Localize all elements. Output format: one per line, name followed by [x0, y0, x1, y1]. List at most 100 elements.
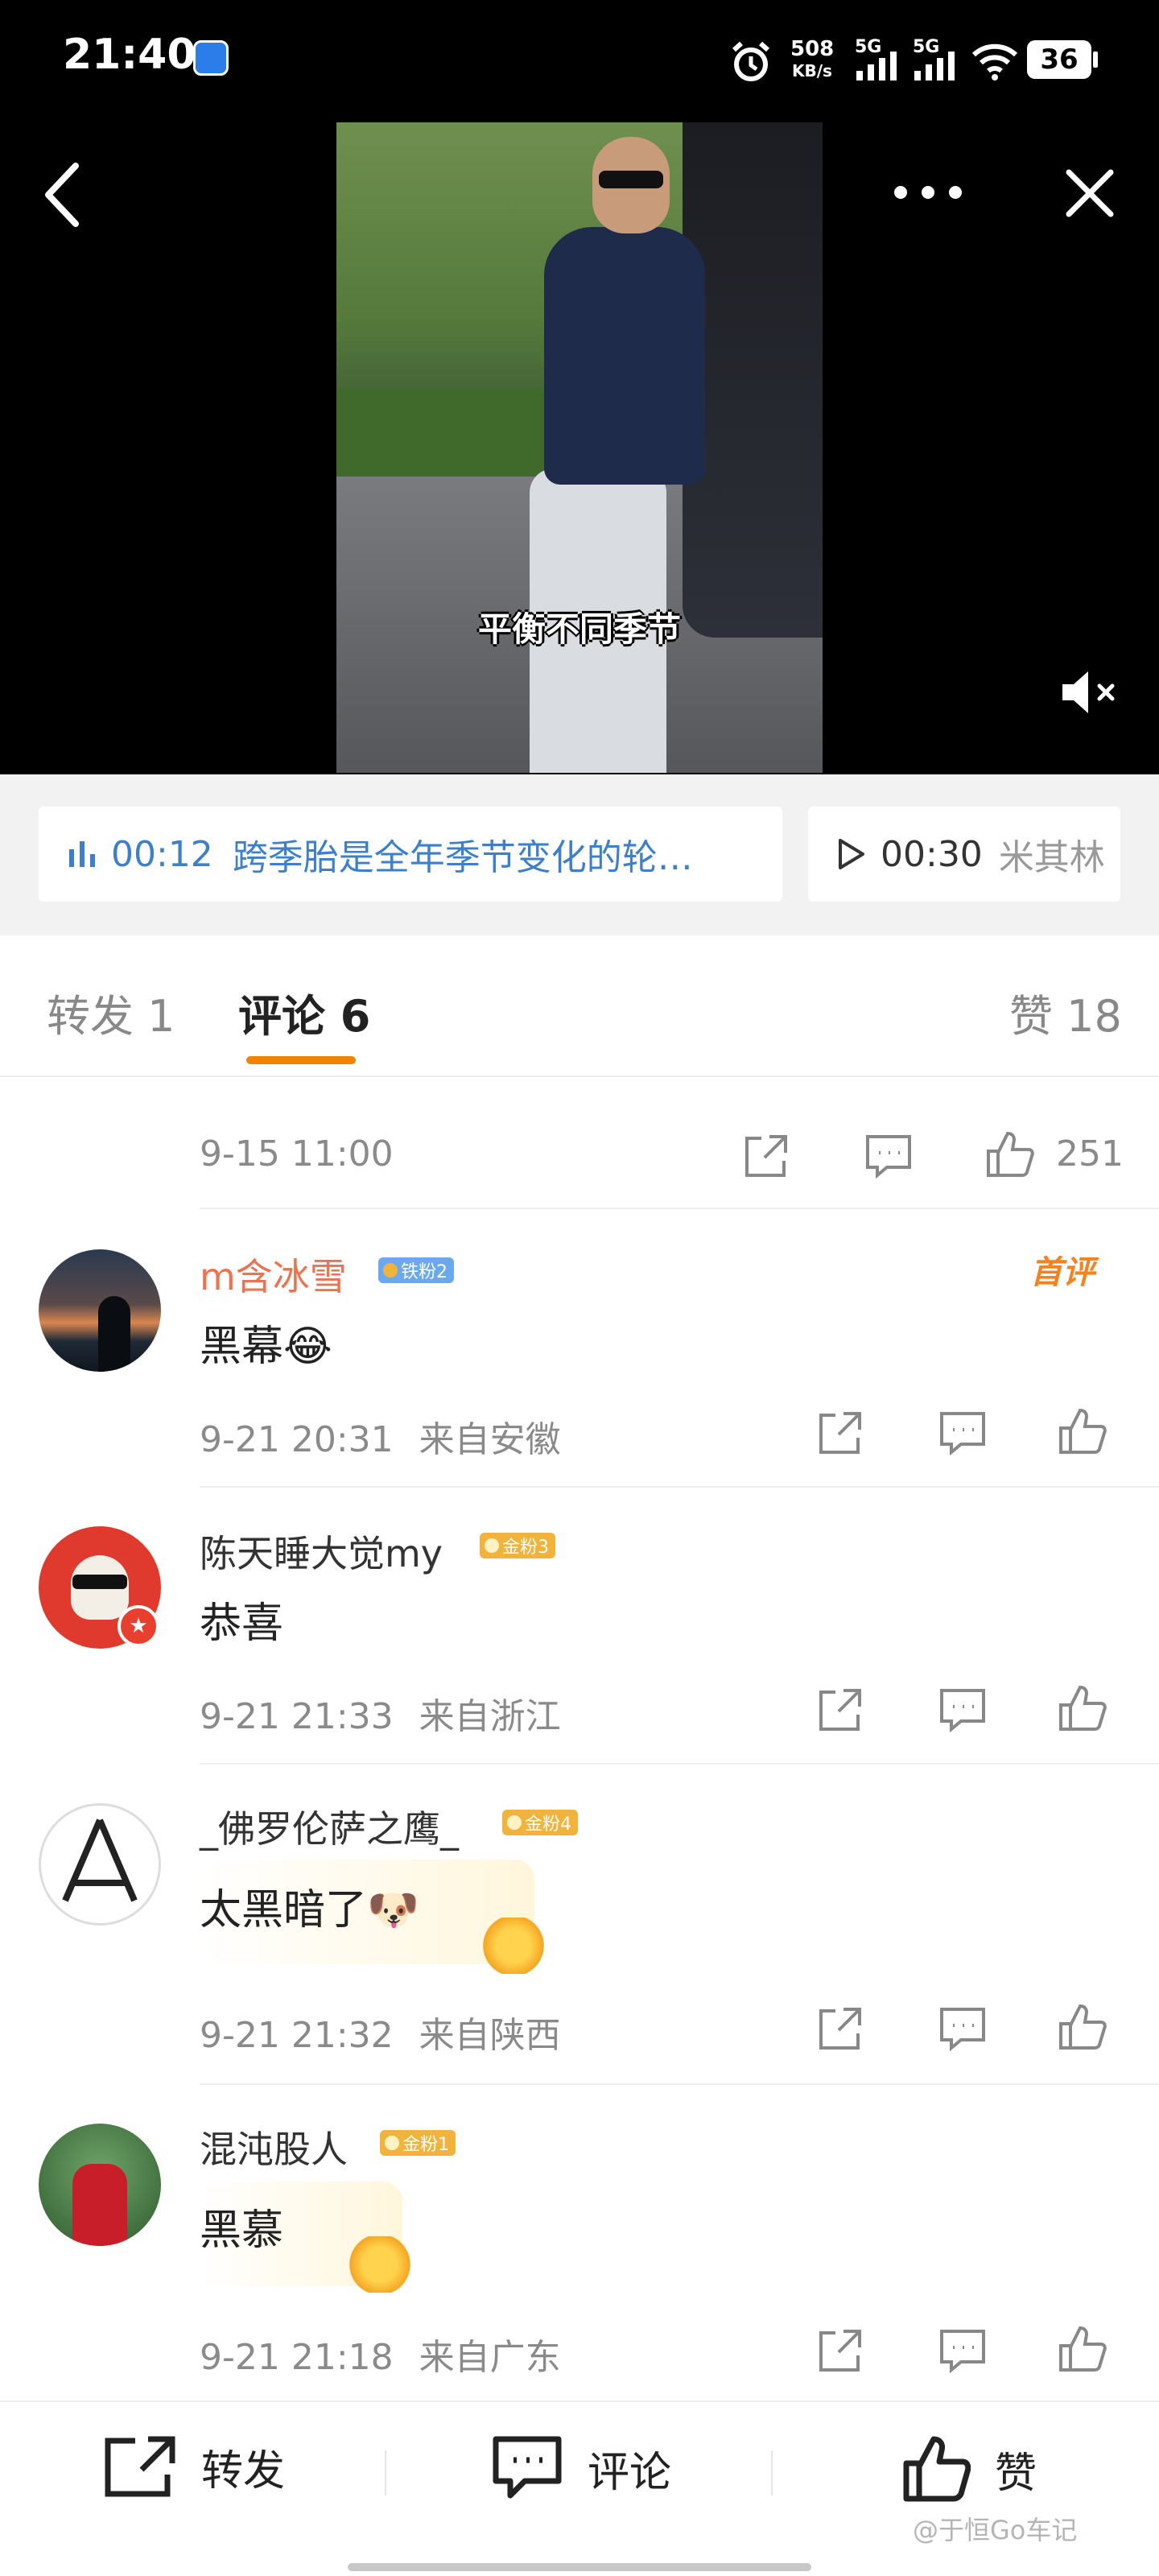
like-icon[interactable]: [1056, 1682, 1107, 1734]
fan-badge: 金粉1: [380, 2130, 456, 2156]
tab-active-indicator: [246, 1056, 356, 1064]
comment-text: 黑慕: [200, 2207, 284, 2255]
badge-icon: [385, 2136, 399, 2150]
post-like-count: 251: [1056, 1133, 1124, 1174]
badge-icon: [383, 1263, 398, 1278]
battery-level: 36: [1040, 43, 1079, 76]
net-speed-unit: KB/s: [792, 61, 832, 80]
like-icon[interactable]: [984, 1129, 1035, 1180]
share-icon[interactable]: [815, 2325, 866, 2376]
comment-time: 9-21 21:32: [200, 2015, 394, 2056]
comment-time: 9-21 20:31: [200, 1419, 394, 1460]
share-icon: [105, 2436, 175, 2497]
fan-badge: 金粉3: [480, 1533, 555, 1558]
tab-like[interactable]: 赞 18: [1009, 980, 1122, 1044]
comment-username[interactable]: 混沌股人: [200, 2120, 348, 2174]
divider: [200, 1763, 1159, 1765]
crown-medal-icon: [348, 2236, 412, 2293]
comment-icon[interactable]: [937, 1407, 988, 1459]
comment-time: 9-21 21:18: [200, 2337, 394, 2378]
like-label: 赞: [995, 2449, 1037, 2498]
comment-text: 太黑暗了🐶: [200, 1886, 419, 1934]
person-torso: [544, 227, 705, 485]
tab-comment[interactable]: 评论 6: [238, 980, 370, 1044]
sunglasses: [599, 171, 663, 188]
divider: [200, 1208, 1159, 1209]
comment-icon[interactable]: [937, 1684, 988, 1736]
badge-label: 金粉3: [502, 1538, 549, 1558]
crown-medal-icon: [481, 1918, 546, 1974]
close-icon[interactable]: [1064, 167, 1116, 219]
status-time: 21:40: [63, 31, 196, 79]
watermark: @于恒Go车记: [913, 2515, 1078, 2545]
like-button[interactable]: 赞: [901, 2434, 1037, 2504]
like-icon[interactable]: [1056, 2323, 1107, 2375]
badge-icon: [507, 1815, 522, 1830]
more-icon[interactable]: [892, 184, 964, 201]
avatar[interactable]: [39, 1249, 161, 1372]
comment-label: 评论: [588, 2448, 672, 2497]
chapter-time: 00:12: [111, 833, 213, 875]
comment-location: 来自陕西: [419, 2015, 561, 2056]
avatar[interactable]: [39, 1803, 161, 1926]
signal-icon: [856, 52, 897, 80]
share-icon[interactable]: [815, 1407, 866, 1459]
signal-icon: [914, 52, 955, 80]
verified-icon: ★: [118, 1605, 159, 1647]
tab-bar: 转发 1 评论 6 赞 18: [0, 935, 1159, 1077]
comment-icon[interactable]: [937, 2003, 988, 2054]
battery-tip: [1093, 52, 1098, 68]
comment-location: 来自安徽: [419, 1419, 561, 1460]
separator: [385, 2450, 386, 2496]
badge-label: 金粉4: [525, 1814, 571, 1835]
repost-label: 转发: [201, 2446, 286, 2496]
chapter-chip-active[interactable]: 00:12 跨季胎是全年季节变化的轮…: [39, 807, 782, 902]
chapter-chip[interactable]: 00:30 米其林: [808, 807, 1120, 902]
separator: [771, 2450, 773, 2496]
badge-label: 金粉1: [402, 2135, 449, 2155]
comment-button[interactable]: 评论: [491, 2434, 671, 2502]
comment-icon[interactable]: [863, 1130, 914, 1182]
chapter-title: 米其林: [998, 837, 1105, 878]
like-icon[interactable]: [1056, 1406, 1107, 1457]
first-comment-tag: 首评: [1030, 1254, 1095, 1291]
chapter-title: 跨季胎是全年季节变化的轮…: [232, 837, 693, 878]
app-notification-icon: [193, 40, 229, 76]
comment-location: 来自广东: [419, 2337, 561, 2378]
comment-text: 黑幕😂: [200, 1323, 332, 1371]
badge-label: 铁粉2: [401, 1262, 448, 1282]
battery-icon: 36: [1027, 40, 1091, 79]
wifi-icon: [971, 43, 1018, 80]
avatar-emblem: [62, 1818, 138, 1902]
like-icon[interactable]: [1056, 2001, 1107, 2053]
comment-username[interactable]: m含冰雪: [200, 1248, 347, 1301]
video-frame[interactable]: 平衡不同季节: [336, 122, 823, 773]
alarm-icon: [732, 41, 769, 81]
fan-badge: 铁粉2: [378, 1257, 454, 1283]
comment-text: 恭喜: [200, 1600, 284, 1648]
audio-wave-icon: [69, 841, 95, 867]
avatar[interactable]: [39, 2124, 161, 2246]
video-subtitle: 平衡不同季节: [477, 609, 681, 649]
bottom-action-bar: 转发 评论 赞 @于恒Go车记: [0, 2401, 1159, 2576]
repost-button[interactable]: 转发: [103, 2434, 285, 2499]
comment-username[interactable]: _佛罗伦萨之鹰_: [200, 1800, 459, 1853]
tab-repost[interactable]: 转发 1: [47, 980, 175, 1044]
back-icon[interactable]: [40, 161, 85, 229]
avatar-player: [72, 2164, 127, 2246]
comment-icon[interactable]: [937, 2325, 988, 2376]
avatar-shades: [72, 1575, 127, 1589]
share-icon[interactable]: [815, 2003, 866, 2054]
comment-username[interactable]: 陈天睡大觉my: [200, 1525, 443, 1578]
comment-icon: [493, 2436, 562, 2499]
comment-time: 9-21 21:33: [200, 1696, 394, 1737]
comment-meta: 9-21 21:33 来自浙江: [200, 1687, 561, 1739]
share-icon[interactable]: [740, 1130, 792, 1182]
mute-icon[interactable]: [1058, 667, 1120, 718]
share-icon[interactable]: [815, 1684, 866, 1736]
fan-badge: 金粉4: [502, 1810, 578, 1835]
video-player[interactable]: 21:40 508 KB/s 5G 5G 36 平衡不同季节: [0, 0, 1159, 774]
chapter-list: 00:12 跨季胎是全年季节变化的轮… 00:30 米其林: [0, 774, 1159, 935]
divider: [200, 1486, 1159, 1488]
net-speed-value: 508: [790, 37, 835, 61]
